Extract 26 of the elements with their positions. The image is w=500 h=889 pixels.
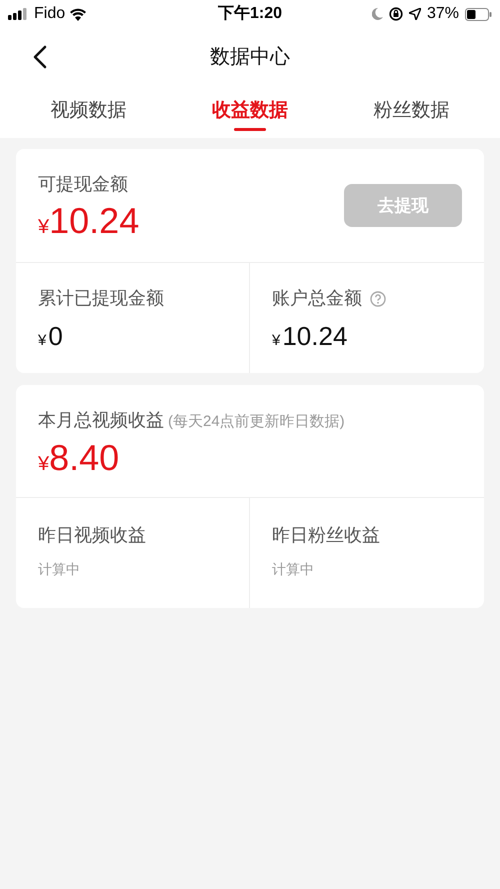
- update-note: (每天24点前更新昨日数据): [168, 412, 345, 432]
- battery-percent: 37%: [426, 4, 459, 24]
- battery-icon: [465, 8, 492, 20]
- earning-status: 计算中: [272, 560, 314, 579]
- wifi-icon: [69, 8, 88, 20]
- earning-status: 计算中: [38, 560, 80, 579]
- balance-label: 账户总金额: [272, 287, 362, 310]
- earning-label: 昨日视频收益: [38, 524, 146, 547]
- carrier-name: Fido: [34, 4, 66, 24]
- page-title: 数据中心: [210, 44, 290, 70]
- earning-label: 昨日粉丝收益: [272, 524, 380, 547]
- clock-time: 下午1:20: [218, 4, 282, 24]
- tab[interactable]: 收益数据: [169, 85, 331, 138]
- moon-icon: [372, 8, 383, 20]
- balance-amount: ¥0: [38, 320, 63, 353]
- back-chevron-icon: [33, 44, 47, 68]
- monthly-label: 本月总视频收益: [38, 409, 164, 432]
- balance-amount: ¥10.24: [272, 320, 348, 353]
- tab[interactable]: 视频数据: [8, 85, 170, 138]
- location-arrow-icon: [408, 8, 421, 20]
- balance-label: 可提现金额: [38, 173, 129, 196]
- balance-amount: ¥10.24: [38, 201, 140, 243]
- tab[interactable]: 粉丝数据: [330, 85, 492, 138]
- balance-label: 累计已提现金额: [38, 287, 164, 310]
- rotation-lock-icon: [388, 7, 403, 21]
- monthly-amount: ¥8.40: [38, 438, 120, 480]
